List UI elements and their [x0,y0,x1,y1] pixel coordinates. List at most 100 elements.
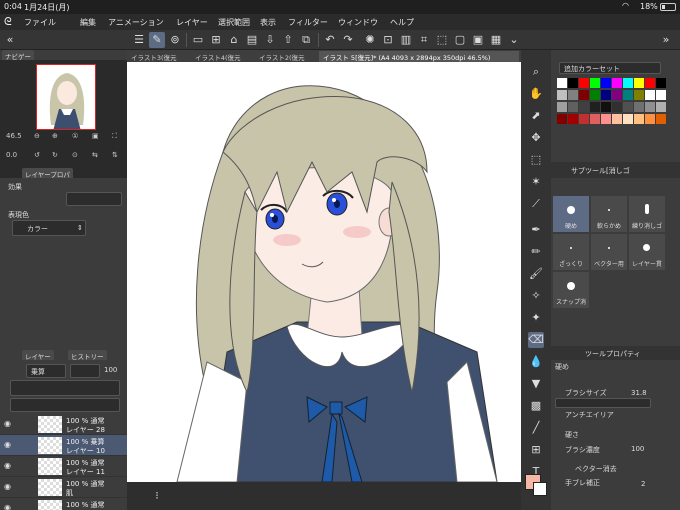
menu-animation[interactable]: アニメーション [108,17,164,28]
color-swatch[interactable] [623,114,633,124]
sub-color-swatch[interactable] [533,482,547,496]
quick-access-icon[interactable]: ✎ [149,32,165,48]
eyedropper-tool-icon[interactable]: ⟋ [528,196,544,212]
menu-filter[interactable]: フィルター [288,17,328,28]
menu-selection[interactable]: 選択範囲 [218,17,250,28]
collapse-right-icon[interactable]: » [658,32,674,48]
color-swatch[interactable] [557,114,567,124]
color-swatch[interactable] [645,114,655,124]
color-swatch[interactable] [645,102,655,112]
zoom-out-icon[interactable]: ⊖ [34,132,40,140]
layer-row[interactable]: ◉ 100 % 通常 [0,498,127,510]
figure-tool-icon[interactable]: ╱ [528,420,544,436]
menu-view[interactable]: 表示 [260,17,276,28]
zoom-reset-icon[interactable]: ① [72,132,78,140]
pen-tool-icon[interactable]: ✒ [528,222,544,238]
navigator-tab[interactable]: ナビゲー [2,50,34,61]
clear-icon[interactable]: ⊡ [380,32,396,48]
brush-density-value[interactable]: 100 [631,445,644,453]
decoration-tool-icon[interactable]: ✦ [528,310,544,326]
color-swatch[interactable] [612,114,622,124]
menu-window[interactable]: ウィンドウ [338,17,378,28]
navigator-preview[interactable]: 46.5 ⊖ ⊕ ① ▣ ⛶ 0.0 ↺ ↻ ⊙ ⇆ ⇅ [0,60,127,178]
canvas-menu-icon[interactable]: ⁝ [149,488,165,504]
chevron-down-icon[interactable]: ⌄ [506,32,522,48]
color-set-select[interactable]: 追加カラーセット [559,62,661,74]
layer-row[interactable]: ◉ 100 % 通常 レイヤー 28 [0,414,127,435]
color-swatch[interactable] [590,78,600,88]
visibility-eye-icon[interactable]: ◉ [4,503,11,510]
color-swatch[interactable] [579,90,589,100]
visibility-eye-icon[interactable]: ◉ [4,419,11,428]
subtool-vector[interactable]: ベクター用 [591,234,627,270]
color-swatch[interactable] [579,114,589,124]
color-swatch[interactable] [612,78,622,88]
brush-tool-icon[interactable]: 🖌 [528,266,544,282]
transform-icon[interactable]: ⌗ [416,32,432,48]
visibility-eye-icon[interactable]: ◉ [4,461,11,470]
deselect-icon[interactable]: ⬚ [434,32,450,48]
drawing-canvas[interactable] [127,62,521,482]
color-swatch[interactable] [601,90,611,100]
blend-mode-select[interactable]: 乗算 [26,364,66,378]
color-swatch[interactable] [612,102,622,112]
frame-tool-icon[interactable]: ⊞ [528,442,544,458]
opacity-value[interactable]: 100 [104,366,117,374]
color-swatch[interactable] [601,78,611,88]
color-swatch[interactable] [623,102,633,112]
color-swatch[interactable] [634,114,644,124]
new-canvas-icon[interactable]: ⊞ [208,32,224,48]
selection-tool-icon[interactable]: ⬚ [528,152,544,168]
color-swatch[interactable] [634,102,644,112]
doc-tab[interactable]: イラスト2(復元 [255,51,313,62]
brush-size-value[interactable]: 31.8 [631,389,647,397]
color-swatch[interactable] [568,114,578,124]
color-swatch[interactable] [590,102,600,112]
color-swatch[interactable] [579,102,589,112]
app-logo-icon[interactable]: ᘓ [4,15,12,29]
rotate-right-icon[interactable]: ↻ [52,151,58,159]
color-swatch[interactable] [568,102,578,112]
pencil-tool-icon[interactable]: ✏ [528,244,544,260]
modifier-key-icon[interactable]: ⊚ [167,32,183,48]
flip-vertical-icon[interactable]: ⇅ [112,151,118,159]
color-swatch[interactable] [568,90,578,100]
subtool-hard[interactable]: 硬め [553,196,589,232]
color-swatch[interactable] [656,114,666,124]
blend-tool-icon[interactable]: 💧 [528,354,544,370]
color-swatch[interactable] [645,78,655,88]
layer-op-buttons[interactable] [10,380,120,396]
layer-row[interactable]: ◉ 100 % 通常 レイヤー 11 [0,456,127,477]
loading-icon[interactable]: ✺ [362,32,378,48]
layer-row[interactable]: ◉ 100 % 乗算 レイヤー 10 [0,435,127,456]
import-icon[interactable]: ⇩ [262,32,278,48]
zoom-value[interactable]: 46.5 [6,132,22,140]
fill-icon[interactable]: ▥ [398,32,414,48]
color-swatch[interactable] [623,78,633,88]
subtool-layer-through[interactable]: レイヤー貫 [629,234,665,270]
select-all-icon[interactable]: ▢ [452,32,468,48]
hand-tool-icon[interactable]: ✋ [528,86,544,102]
doc-tab-active[interactable]: イラスト 5[復元]* (A4 4093 x 2894px 350dpi 46.… [319,51,519,62]
color-swatch[interactable] [601,114,611,124]
color-swatch[interactable] [557,90,567,100]
open-folder-icon[interactable]: ⌂ [226,32,242,48]
visibility-eye-icon[interactable]: ◉ [4,482,11,491]
save-icon[interactable]: ▤ [244,32,260,48]
brush-size-slider[interactable] [555,398,651,408]
hamburger-menu-icon[interactable]: ☰ [131,32,147,48]
menu-file[interactable]: ファイル [24,17,56,28]
new-file-icon[interactable]: ▭ [190,32,206,48]
gradient-tool-icon[interactable]: ▩ [528,398,544,414]
visibility-eye-icon[interactable]: ◉ [4,440,11,449]
subtool-kneaded[interactable]: 練り消しゴ [629,196,665,232]
zoom-in-icon[interactable]: ⊕ [52,132,58,140]
subtool-snap[interactable]: スナップ消 [553,272,589,308]
operation-tool-icon[interactable]: ⬈ [528,108,544,124]
rotation-value[interactable]: 0.0 [6,151,17,159]
expression-color-select[interactable]: カラー ⇕ [12,220,86,236]
rotate-reset-icon[interactable]: ⊙ [72,151,78,159]
copy-icon[interactable]: ⧉ [298,32,314,48]
fill-tool-icon[interactable]: ▼ [528,376,544,392]
opacity-slider[interactable] [70,364,100,378]
